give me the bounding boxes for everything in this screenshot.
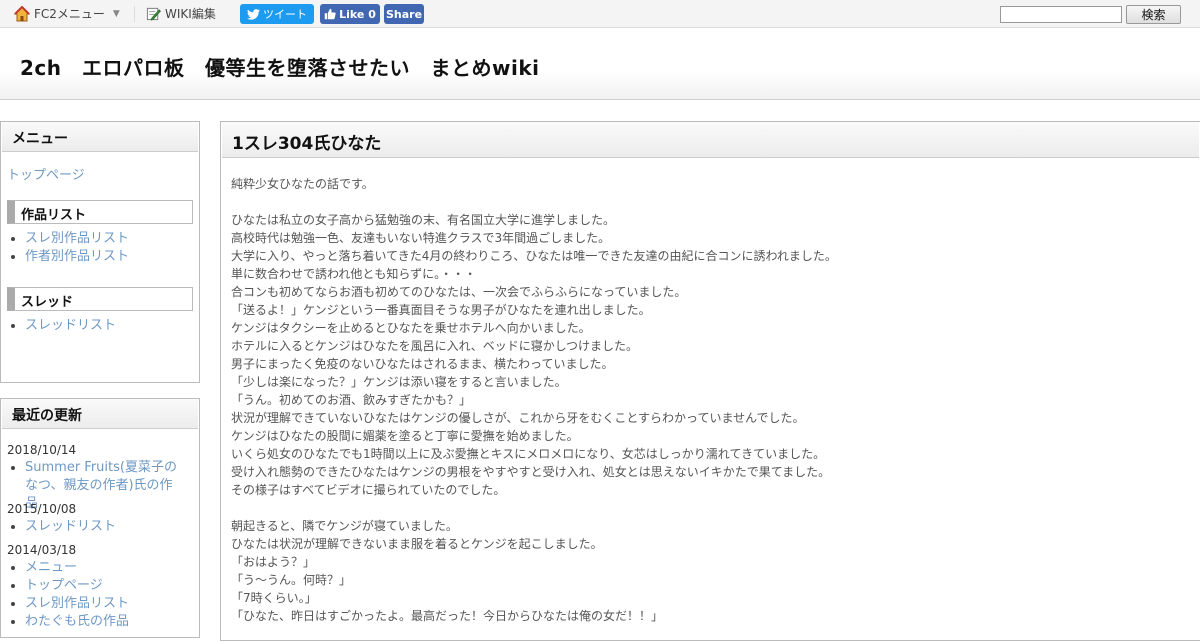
site-title[interactable]: 2ch エロパロ板 優等生を堕落させたい まとめwiki xyxy=(20,52,540,81)
recent-list: メニュー トップページ スレ別作品リスト わたぐも氏の作品 xyxy=(7,559,129,631)
facebook-like-button[interactable]: Like 0 xyxy=(320,4,380,24)
wiki-edit-label: WIKI編集 xyxy=(165,7,216,21)
works-list: スレ別作品リスト 作者別作品リスト xyxy=(7,230,129,266)
thumbs-up-icon xyxy=(324,8,336,20)
article-line: 男子にまったく免疫のないひなたはされるまま、横たわっていました。 xyxy=(231,357,614,371)
search-button-label: 検索 xyxy=(1141,8,1166,22)
site-header: 2ch エロパロ板 優等生を堕落させたい まとめwiki xyxy=(0,28,1200,100)
recent-updates-title: 最近の更新 xyxy=(2,399,198,429)
article-line: 「うん。初めてのお酒、飲みすぎたかも？」 xyxy=(231,393,472,407)
wiki-edit-button[interactable]: WIKI編集 xyxy=(146,5,216,22)
recent-date: 2014/03/18 xyxy=(7,543,77,557)
recent-link-thread-works[interactable]: スレ別作品リスト xyxy=(25,595,129,613)
recent-date: 2018/10/14 xyxy=(7,443,77,457)
article-line: 「ひなた、昨日はすごかったよ。最高だった！今日からひなたは俺の女だ！！」 xyxy=(231,609,664,623)
chevron-down-icon: ▼ xyxy=(112,8,120,19)
search-input[interactable] xyxy=(1000,6,1122,23)
article-line: 「7時くらい。」 xyxy=(231,591,317,605)
sidebar-link-thread-works[interactable]: スレ別作品リスト xyxy=(25,230,129,248)
edit-icon xyxy=(146,7,161,21)
recent-link-thread-list[interactable]: スレッドリスト xyxy=(25,518,116,536)
article-line: 状況が理解できていないひなたはケンジの優しさが、これから牙をむくことすらわかって… xyxy=(231,411,805,425)
facebook-share-button[interactable]: Share xyxy=(384,4,424,24)
recent-date: 2015/10/08 xyxy=(7,502,77,516)
article-line: その様子はすべてビデオに撮られていたのでした。 xyxy=(231,483,506,497)
tweet-label: ツイート xyxy=(263,8,307,21)
article-panel: 1スレ304氏ひなた 純粋少女ひなたの話です。 ひなたは私立の女子高から猛勉強の… xyxy=(220,121,1200,641)
article-line: 大学に入り、やっと落ち着いてきた4月の終わりころ、ひなたは唯一できた友達の由紀に… xyxy=(231,249,837,263)
article-line: 「送るよ！」ケンジという一番真面目そうな男子がひなたを連れ出しました。 xyxy=(231,303,651,317)
sidebar-link-author-works[interactable]: 作者別作品リスト xyxy=(25,248,129,266)
recent-link-watagumo[interactable]: わたぐも氏の作品 xyxy=(25,613,129,631)
menu-panel: メニュー トップページ 作品リスト スレ別作品リスト 作者別作品リスト スレッド… xyxy=(0,121,200,383)
article-line: いくら処女のひなたでも1時間以上に及ぶ愛撫とキスにメロメロになり、女芯はしっかり… xyxy=(231,447,826,461)
toolbar-divider xyxy=(134,6,135,22)
thread-list: スレッドリスト xyxy=(7,317,116,335)
article-body: 純粋少女ひなたの話です。 ひなたは私立の女子高から猛勉強の末、有名国立大学に進学… xyxy=(231,175,837,625)
article-line: 「おはよう？」 xyxy=(231,555,316,569)
recent-link-menu[interactable]: メニュー xyxy=(25,559,129,577)
home-icon xyxy=(14,5,30,21)
article-blank-line xyxy=(231,193,837,211)
menu-panel-title: メニュー xyxy=(2,122,198,152)
article-line: 高校時代は勉強一色、友達もいない特進クラスで3年間過ごしました。 xyxy=(231,231,611,245)
tweet-button[interactable]: ツイート xyxy=(240,4,314,24)
recent-link-top-page[interactable]: トップページ xyxy=(25,577,129,595)
article-line: 純粋少女ひなたの話です。 xyxy=(231,177,374,191)
article-line: ケンジはタクシーを止めるとひなたを乗せホテルへ向かいました。 xyxy=(231,321,591,335)
works-list-heading: 作品リスト xyxy=(7,200,193,224)
article-line: 単に数合わせで誘われ他とも知らずに。・・・ xyxy=(231,267,477,281)
article-line: ひなたは状況が理解できないまま服を着るとケンジを起こしました。 xyxy=(231,537,603,551)
recent-list: スレッドリスト xyxy=(7,518,116,536)
sidebar-link-thread-list[interactable]: スレッドリスト xyxy=(25,317,116,335)
article-line: ケンジはひなたの股間に媚薬を塗ると丁寧に愛撫を始めました。 xyxy=(231,429,579,443)
article-line: 朝起きると、隣でケンジが寝ていました。 xyxy=(231,519,458,533)
recent-updates-panel: 最近の更新 2018/10/14 Summer Fruits(夏菜子のなつ、親友… xyxy=(0,398,200,638)
share-label: Share xyxy=(385,7,423,21)
article-line: ひなたは私立の女子高から猛勉強の末、有名国立大学に進学しました。 xyxy=(231,213,616,227)
article-line: ホテルに入るとケンジはひなたを風呂に入れ、ベッドに寝かしつけました。 xyxy=(231,339,639,353)
article-line: 受け入れ態勢のできたひなたはケンジの男根をやすやすと受け入れ、処女とは思えないイ… xyxy=(231,465,831,479)
twitter-bird-icon xyxy=(247,8,260,20)
page-title: 1スレ304氏ひなた xyxy=(222,122,1199,158)
thread-heading: スレッド xyxy=(7,287,193,311)
sidebar-link-top-page[interactable]: トップページ xyxy=(7,164,85,183)
article-line: 「少しは楽になった？」ケンジは添い寝をすると言いました。 xyxy=(231,375,567,389)
fc2-menu-button[interactable]: FC2メニュー ▼ xyxy=(14,5,120,22)
fc2-menu-label: FC2メニュー xyxy=(34,7,105,21)
fc2-toolbar: FC2メニュー ▼ WIKI編集 ツイート Like 0 Share 検索 xyxy=(0,0,1200,28)
like-label: Like 0 xyxy=(339,7,376,21)
article-line: 「う～うん。何時？」 xyxy=(231,573,352,587)
article-blank-line xyxy=(231,499,837,517)
article-line: 合コンも初めてならお酒も初めてのひなたは、一次会でふらふらになっていました。 xyxy=(231,285,687,299)
search-button[interactable]: 検索 xyxy=(1126,5,1181,24)
